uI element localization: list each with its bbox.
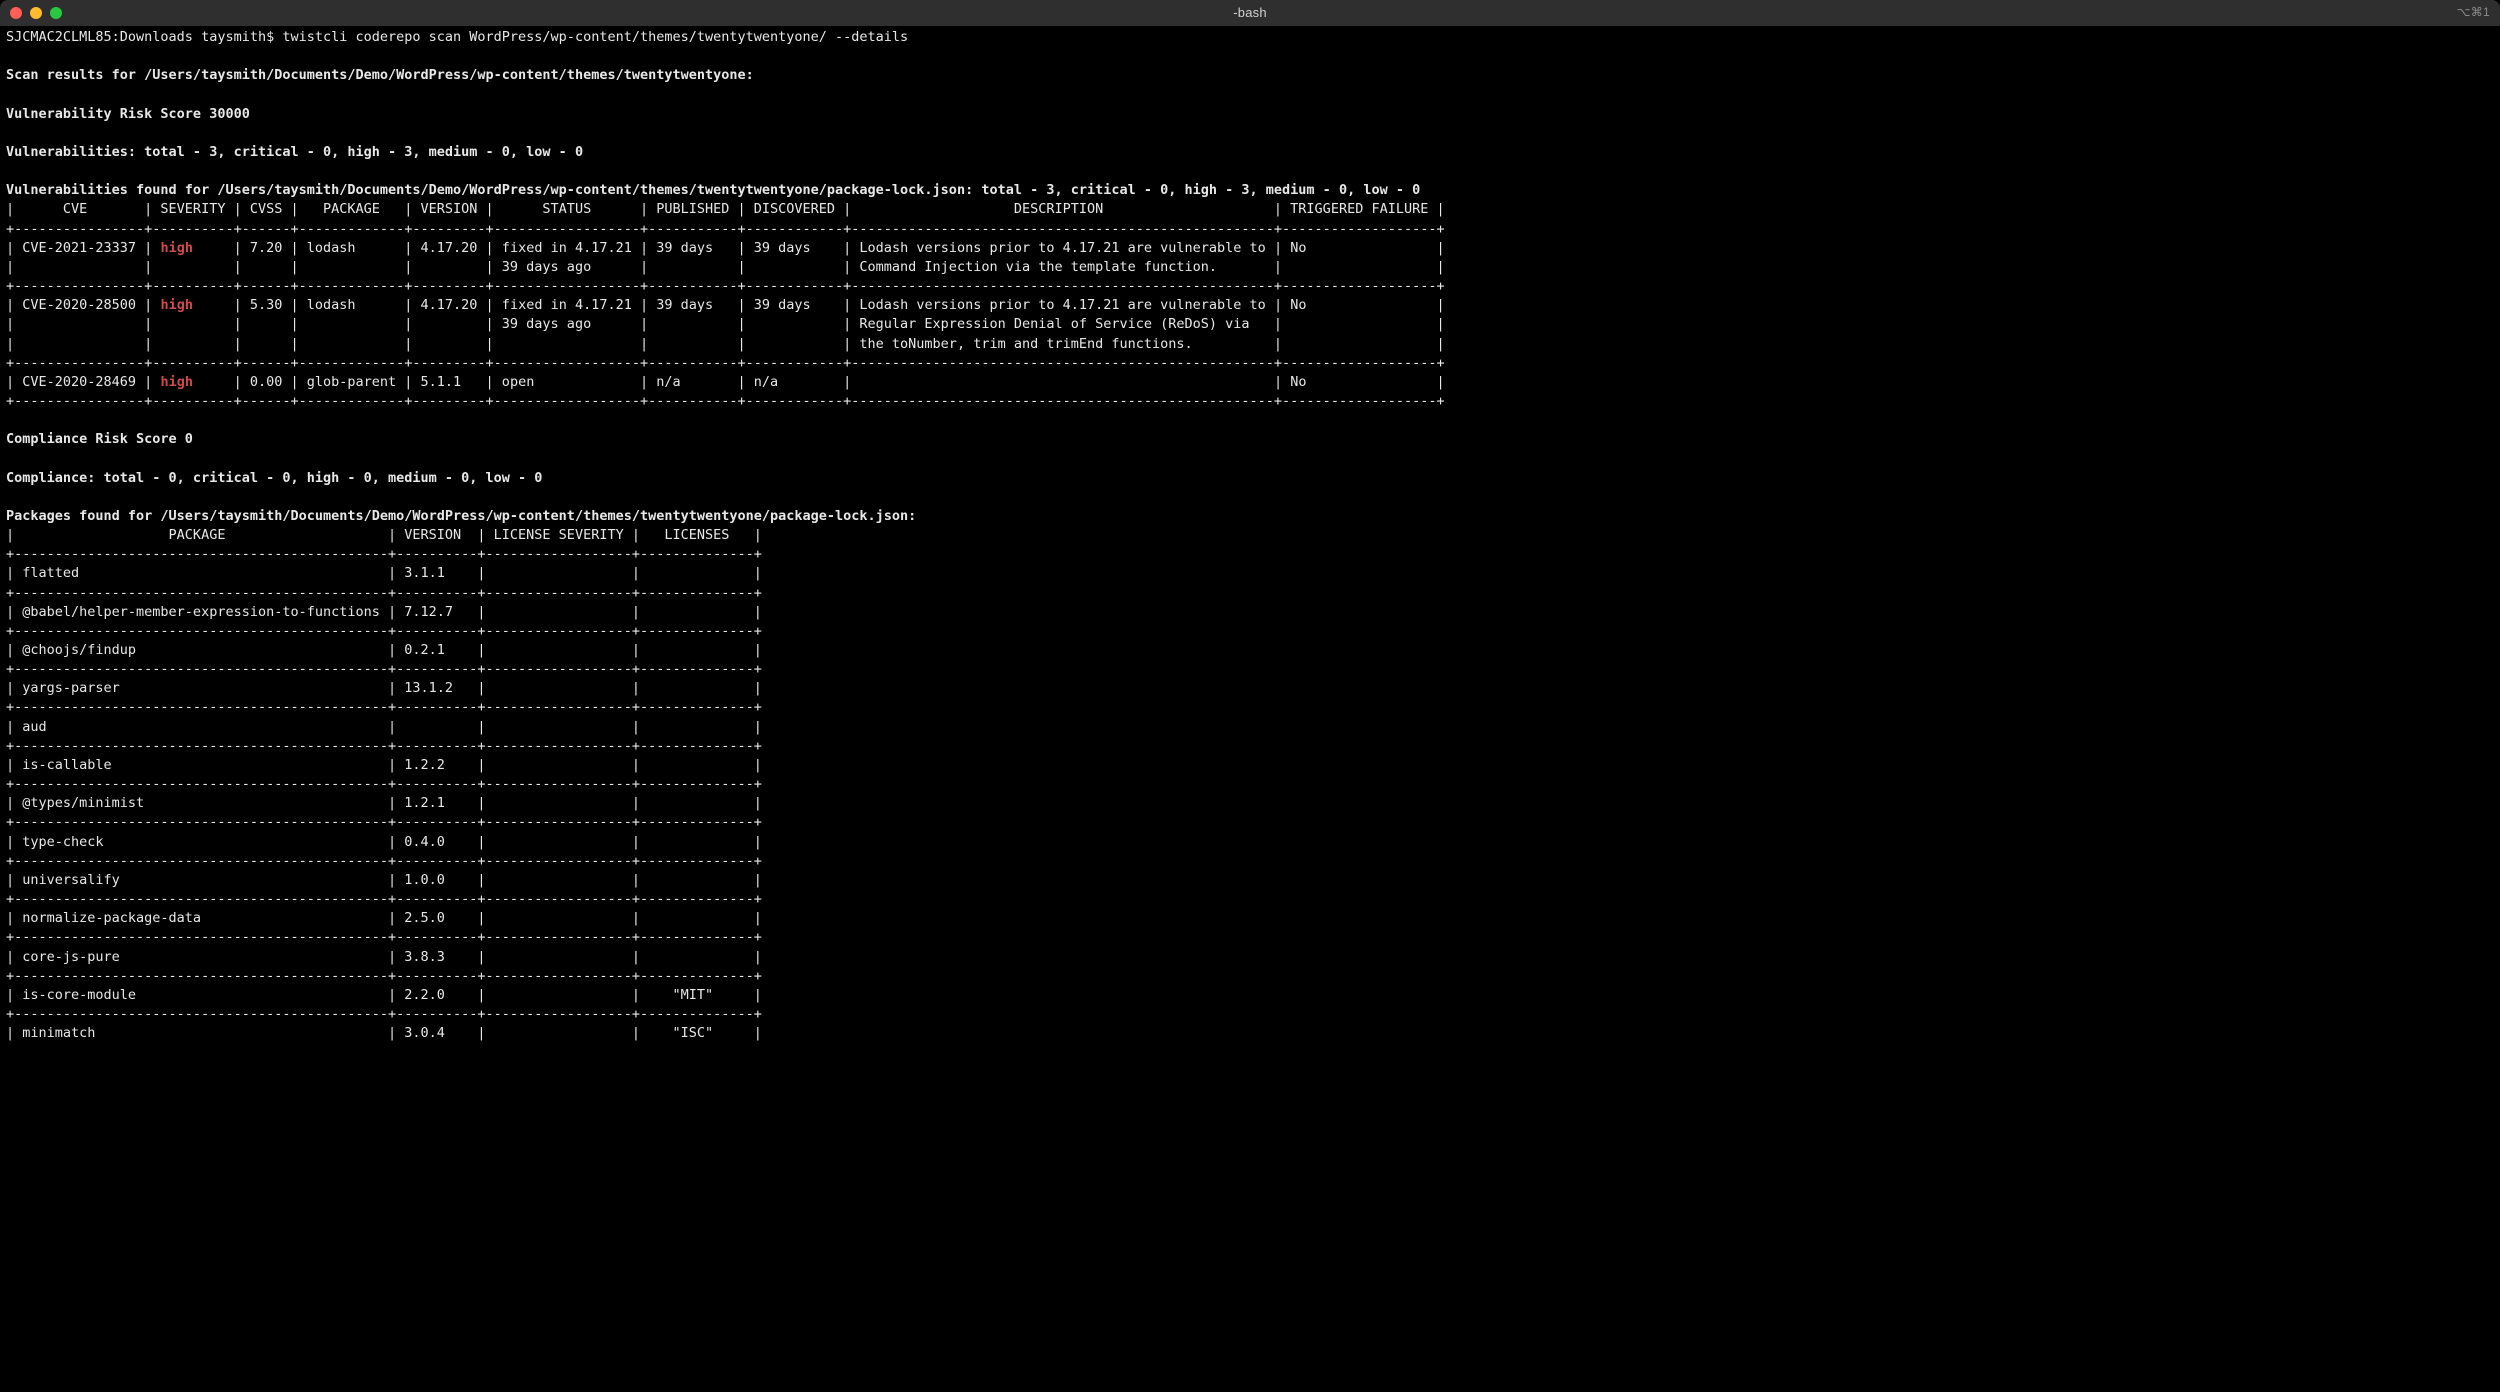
zoom-window-button[interactable] (50, 7, 62, 19)
terminal-output[interactable]: SJCMAC2CLML85:Downloads taysmith$ twistc… (0, 26, 2500, 1049)
pane-indicator: ⌥⌘1 (2457, 4, 2490, 21)
close-window-button[interactable] (10, 7, 22, 19)
window-titlebar: -bash ⌥⌘1 (0, 0, 2500, 26)
traffic-lights (10, 7, 62, 19)
minimize-window-button[interactable] (30, 7, 42, 19)
window-title: -bash (10, 4, 2490, 22)
